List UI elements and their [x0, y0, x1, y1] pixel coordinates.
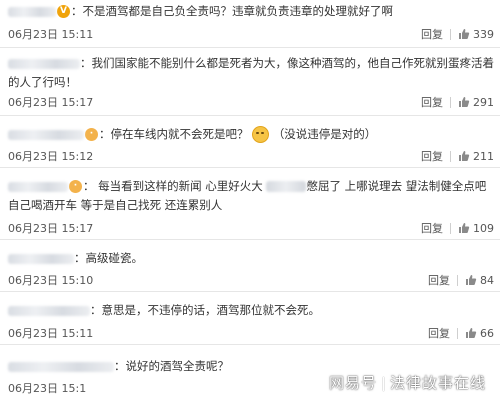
like-button[interactable]: 291: [458, 96, 494, 109]
comment-time: 06月23日 15:17: [8, 222, 94, 235]
colon: ：: [114, 359, 126, 373]
thumbs-up-icon: [459, 97, 470, 107]
comment-item: ：高级碰瓷。 06月23日 15:10 回复 84: [0, 240, 500, 292]
redacted-text: [266, 181, 307, 192]
comment-time: 06月23日 15:10: [8, 274, 94, 287]
verified-badge-icon: V: [57, 5, 70, 18]
colon: ：: [90, 303, 102, 317]
username-redacted[interactable]: [8, 6, 56, 17]
source-watermark: 网易号 法律故事在线: [329, 372, 486, 393]
colon: ：: [74, 251, 86, 265]
like-button[interactable]: 66: [465, 327, 494, 340]
thumbs-up-icon: [459, 151, 470, 161]
action-divider: [450, 150, 451, 162]
username-redacted[interactable]: [8, 181, 68, 192]
thumbs-up-icon: [466, 328, 477, 338]
comment-item: ·： 每当看到这样的新闻 心里好火大 憋屈了 上哪说理去 望法制健全点吧 自己喝…: [0, 168, 500, 240]
colon: ：: [99, 127, 111, 141]
comment-meta: 06月23日 15:17 回复 109: [8, 220, 494, 236]
like-count: 66: [480, 326, 494, 340]
like-count: 84: [480, 273, 494, 287]
like-button[interactable]: 339: [458, 28, 494, 41]
like-button[interactable]: 109: [458, 222, 494, 235]
like-count: 291: [473, 95, 494, 109]
reply-button[interactable]: 回复: [421, 220, 443, 236]
reply-button[interactable]: 回复: [421, 26, 443, 42]
comment-body: ·： 每当看到这样的新闻 心里好火大 憋屈了 上哪说理去 望法制健全点吧 自己喝…: [8, 177, 494, 215]
comment-time: 06月23日 15:12: [8, 150, 94, 163]
action-divider: [450, 28, 451, 40]
comment-body: ：意思是，不违停的话，酒驾那位就不会死。: [8, 301, 494, 319]
thumbs-up-icon: [459, 29, 470, 39]
comment-meta: 06月23日 15:11 回复 339: [8, 26, 494, 42]
username-redacted[interactable]: [8, 58, 80, 69]
username-redacted[interactable]: [8, 361, 114, 372]
comment-text: 意思是，不违停的话，酒驾那位就不会死。: [101, 303, 321, 317]
comment-item: · ：停在车线内就不会死是吧？ （没说违停是对的） 06月23日 15:12 回复…: [0, 116, 500, 168]
comment-time: 06月23日 15:11: [8, 28, 94, 41]
comment-item: ：我们国家能不能别什么都是死者为大，像这种酒驾的，他自己作死就别蛋疼活着的人了行…: [0, 48, 500, 116]
comment-item: V ：不是酒驾都是自己负全责吗？违章就负责违章的处理就好了啊 06月23日 15:…: [0, 0, 500, 48]
comment-actions: 回复 66: [428, 325, 494, 341]
comment-body: V ：不是酒驾都是自己负全责吗？违章就负责违章的处理就好了啊: [8, 2, 494, 20]
username-redacted[interactable]: [8, 305, 90, 316]
thumbs-up-icon: [459, 223, 470, 233]
action-divider: [457, 274, 458, 286]
comment-time: 06月23日 15:17: [8, 96, 94, 109]
watermark-author: 法律故事在线: [389, 374, 486, 392]
comment-time: 06月23日 15:1: [8, 382, 87, 395]
comment-body: · ：停在车线内就不会死是吧？ （没说违停是对的）: [8, 125, 494, 143]
colon: ：: [83, 179, 95, 193]
username-redacted[interactable]: [8, 129, 84, 140]
comment-feed: V ：不是酒驾都是自己负全责吗？违章就负责违章的处理就好了啊 06月23日 15:…: [0, 0, 500, 401]
comment-text: 每当看到这样的新闻 心里好火大: [98, 179, 263, 193]
comment-text-after: （没说违停是对的）: [272, 127, 377, 141]
reply-button[interactable]: 回复: [428, 272, 450, 288]
comment-actions: 回复 84: [428, 272, 494, 288]
action-divider: [450, 222, 451, 234]
username-redacted[interactable]: [8, 253, 74, 264]
comment-body: ：高级碰瓷。: [8, 249, 494, 267]
comment-time: 06月23日 15:11: [8, 327, 94, 340]
like-count: 109: [473, 221, 494, 235]
colon: ：: [80, 56, 92, 70]
comment-actions: 回复 211: [421, 148, 494, 164]
comment-meta: 06月23日 15:10 回复 84: [8, 272, 494, 288]
comment-actions: 回复 291: [421, 94, 494, 110]
verified-badge-icon: ·: [85, 128, 98, 141]
colon: ：: [71, 4, 83, 18]
comment-meta: 06月23日 15:17 回复 291: [8, 94, 494, 110]
comment-actions: 回复 109: [421, 220, 494, 236]
comment-text: 不是酒驾都是自己负全责吗？违章就负责违章的处理就好了啊: [82, 4, 394, 18]
reply-button[interactable]: 回复: [421, 148, 443, 164]
comment-text: 高级碰瓷。: [85, 251, 144, 265]
like-button[interactable]: 84: [465, 274, 494, 287]
like-button[interactable]: 211: [458, 150, 494, 163]
comment-body: ：我们国家能不能别什么都是死者为大，像这种酒驾的，他自己作死就别蛋疼活着的人了行…: [8, 54, 494, 92]
comment-meta: 06月23日 15:12 回复 211: [8, 148, 494, 164]
watermark-divider: [382, 376, 384, 391]
smirk-emoji-icon: [252, 126, 270, 143]
action-divider: [457, 327, 458, 339]
like-count: 339: [473, 27, 494, 41]
thumbs-up-icon: [466, 275, 477, 285]
watermark-brand: 网易号: [328, 374, 377, 392]
like-count: 211: [473, 149, 494, 163]
comment-actions: 回复 339: [421, 26, 494, 42]
reply-button[interactable]: 回复: [421, 94, 443, 110]
comment-meta: 06月23日 15:11 回复 66: [8, 325, 494, 341]
comment-text: 停在车线内就不会死是吧？: [110, 127, 249, 141]
action-divider: [450, 96, 451, 108]
comment-text: 说好的酒驾全责呢？: [125, 359, 230, 373]
comment-item: ：意思是，不违停的话，酒驾那位就不会死。 06月23日 15:11 回复 66: [0, 292, 500, 345]
reply-button[interactable]: 回复: [428, 325, 450, 341]
verified-badge-icon: ·: [69, 180, 82, 193]
